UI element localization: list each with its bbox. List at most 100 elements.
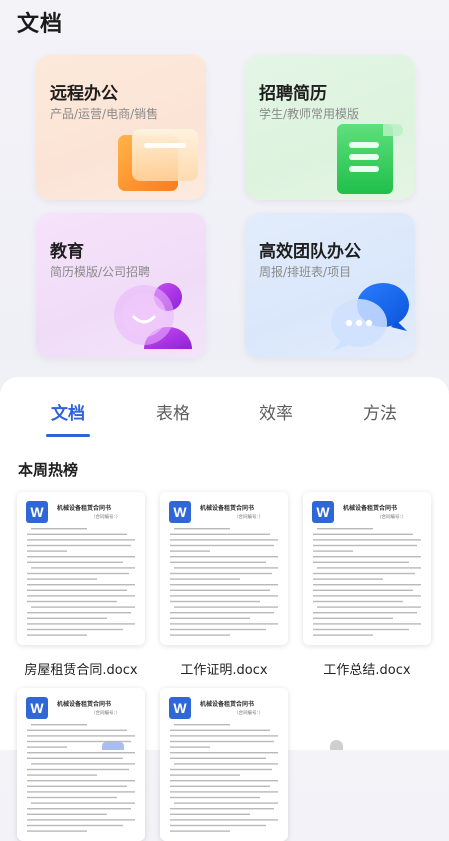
text-line	[313, 623, 421, 625]
text-line	[170, 824, 266, 827]
document-text-lines	[170, 528, 278, 636]
document-name[interactable]: 房屋租赁合同.docx	[11, 659, 151, 678]
text-line	[313, 634, 373, 636]
text-line	[174, 606, 278, 608]
document-card[interactable]: W 机械设备租赁合同书 （合同编号：）	[17, 492, 145, 645]
text-line	[170, 544, 274, 547]
chat-bubbles-icon	[331, 283, 409, 351]
category-subtitle: 产品/运营/电商/销售	[50, 107, 159, 121]
text-line	[27, 824, 123, 827]
document-card[interactable]: W 机械设备租赁合同书 （合同编号：）	[17, 688, 145, 841]
document-text-lines	[313, 528, 421, 636]
text-line	[31, 567, 135, 569]
text-line	[27, 612, 131, 614]
text-line	[313, 556, 421, 558]
document-card[interactable]: W 机械设备租赁合同书 （合同编号：）	[160, 492, 288, 645]
text-line	[27, 561, 123, 563]
text-line	[174, 567, 278, 569]
text-line	[27, 752, 135, 754]
text-line	[170, 578, 240, 580]
text-line	[170, 617, 250, 619]
text-line	[27, 600, 117, 603]
preview-subtitle: （合同编号：）	[91, 711, 121, 716]
text-line	[31, 606, 135, 608]
text-line	[27, 584, 135, 586]
text-line	[174, 724, 230, 726]
bottom-nav-profile-icon[interactable]	[330, 740, 343, 750]
word-icon: W	[26, 697, 48, 719]
text-line	[313, 628, 409, 631]
text-line	[27, 808, 131, 810]
text-line	[31, 802, 135, 804]
text-line	[317, 528, 373, 530]
text-line	[170, 595, 278, 597]
tab-spreadsheets[interactable]: 表格	[141, 399, 205, 424]
text-line	[27, 746, 67, 748]
document-name[interactable]: 工作总结.docx	[297, 659, 437, 678]
text-line	[313, 578, 383, 580]
word-icon: W	[312, 501, 334, 523]
text-line	[313, 539, 421, 541]
text-line	[174, 528, 230, 530]
text-line	[170, 740, 274, 743]
document-text-lines	[27, 724, 135, 832]
tab-documents[interactable]: 文档	[36, 399, 100, 424]
word-icon: W	[26, 501, 48, 523]
text-line	[174, 802, 278, 804]
text-line	[170, 539, 278, 541]
text-line	[27, 729, 127, 731]
text-line	[170, 572, 272, 575]
document-card[interactable]: W 机械设备租赁合同书 （合同编号：）	[303, 492, 431, 645]
text-line	[27, 830, 87, 832]
text-line	[27, 735, 135, 737]
document-card[interactable]: W 机械设备租赁合同书 （合同编号：）	[160, 688, 288, 841]
text-line	[27, 595, 135, 597]
text-line	[170, 634, 230, 636]
preview-title: 机械设备租赁合同书	[57, 701, 112, 708]
bottom-nav-documents-icon[interactable]	[102, 742, 124, 750]
text-line	[27, 550, 67, 552]
text-line	[170, 757, 266, 759]
category-card-recruitment-resume[interactable]: 招聘简历 学生/教师常用模版	[245, 55, 415, 200]
tab-methods[interactable]: 方法	[348, 399, 412, 424]
text-line	[170, 819, 278, 821]
text-line	[170, 589, 270, 591]
preview-subtitle: （合同编号：）	[377, 515, 407, 520]
text-line	[31, 528, 87, 530]
text-line	[313, 572, 415, 575]
text-line	[27, 774, 97, 776]
tab-efficiency[interactable]: 效率	[244, 399, 308, 424]
text-line	[27, 617, 107, 619]
text-line	[170, 774, 240, 776]
text-line	[170, 746, 210, 748]
text-line	[27, 544, 131, 547]
category-card-remote-work[interactable]: 远程办公 产品/运营/电商/销售	[36, 55, 206, 200]
text-line	[27, 768, 129, 771]
page-title: 文档	[17, 12, 64, 37]
category-card-education[interactable]: 教育 简历模版/公司招聘	[36, 213, 206, 358]
document-scroll-icon	[337, 124, 403, 194]
text-line	[31, 763, 135, 765]
text-line	[170, 550, 210, 552]
preview-title: 机械设备租赁合同书	[200, 505, 255, 512]
category-title: 远程办公	[50, 84, 118, 104]
text-line	[317, 567, 421, 569]
text-line	[170, 533, 270, 535]
text-line	[27, 578, 97, 580]
category-card-team-office[interactable]: 高效团队办公 周报/排班表/项目	[245, 213, 415, 358]
text-line	[170, 808, 274, 810]
text-line	[313, 612, 417, 614]
text-line	[170, 830, 230, 832]
category-title: 招聘简历	[259, 84, 327, 104]
text-line	[27, 819, 135, 821]
text-line	[170, 623, 278, 625]
text-line	[313, 550, 353, 552]
text-line	[170, 752, 278, 754]
text-line	[170, 813, 250, 815]
text-line	[27, 533, 127, 535]
word-icon: W	[169, 501, 191, 523]
preview-title: 机械设备租赁合同书	[200, 701, 255, 708]
document-text-lines	[170, 724, 278, 832]
document-name[interactable]: 工作证明.docx	[154, 659, 294, 678]
text-line	[27, 757, 123, 759]
